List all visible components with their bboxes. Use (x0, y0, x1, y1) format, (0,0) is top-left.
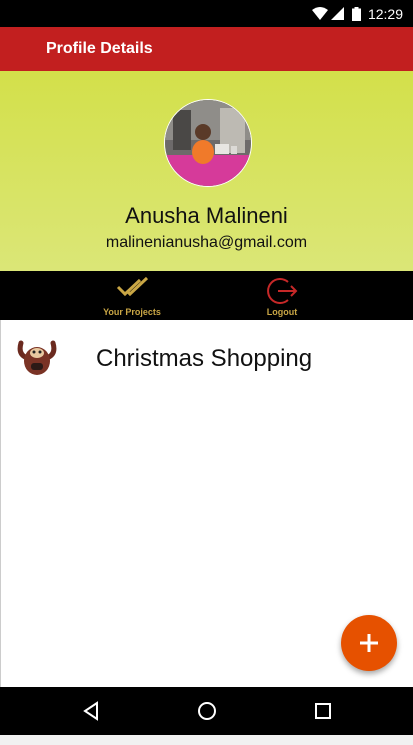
profile-action-bar: Your Projects Logout (0, 271, 413, 320)
logout-icon (267, 278, 298, 304)
wifi-icon (312, 7, 328, 20)
profile-name: Anusha Malineni (125, 203, 288, 228)
double-check-icon (116, 276, 149, 297)
logout-label: Logout (266, 307, 298, 317)
battery-icon (352, 7, 361, 21)
status-time: 12:29 (367, 6, 403, 22)
bottom-strip (0, 735, 413, 745)
list-item[interactable]: Christmas Shopping (1, 320, 413, 396)
page-title: Profile Details (46, 40, 153, 57)
monster-icon (17, 340, 57, 375)
back-icon[interactable] (83, 701, 99, 721)
signal-icon (331, 7, 344, 20)
avatar[interactable] (164, 99, 252, 187)
your-projects-label: Your Projects (103, 307, 161, 317)
your-projects-button[interactable]: Your Projects (72, 271, 192, 320)
profile-email: malinenianusha@gmail.com (105, 234, 308, 251)
app-bar: Profile Details (0, 27, 413, 71)
system-nav-bar (0, 687, 413, 735)
status-bar: 12:29 (0, 0, 413, 27)
avatar-photo (165, 100, 251, 186)
home-icon[interactable] (197, 701, 217, 721)
logout-button[interactable]: Logout (222, 271, 342, 320)
project-title: Christmas Shopping (96, 345, 313, 372)
recents-icon[interactable] (314, 702, 332, 720)
add-project-button[interactable] (341, 615, 397, 671)
profile-header: Anusha Malineni malinenianusha@gmail.com (0, 71, 413, 271)
plus-icon (360, 634, 378, 652)
